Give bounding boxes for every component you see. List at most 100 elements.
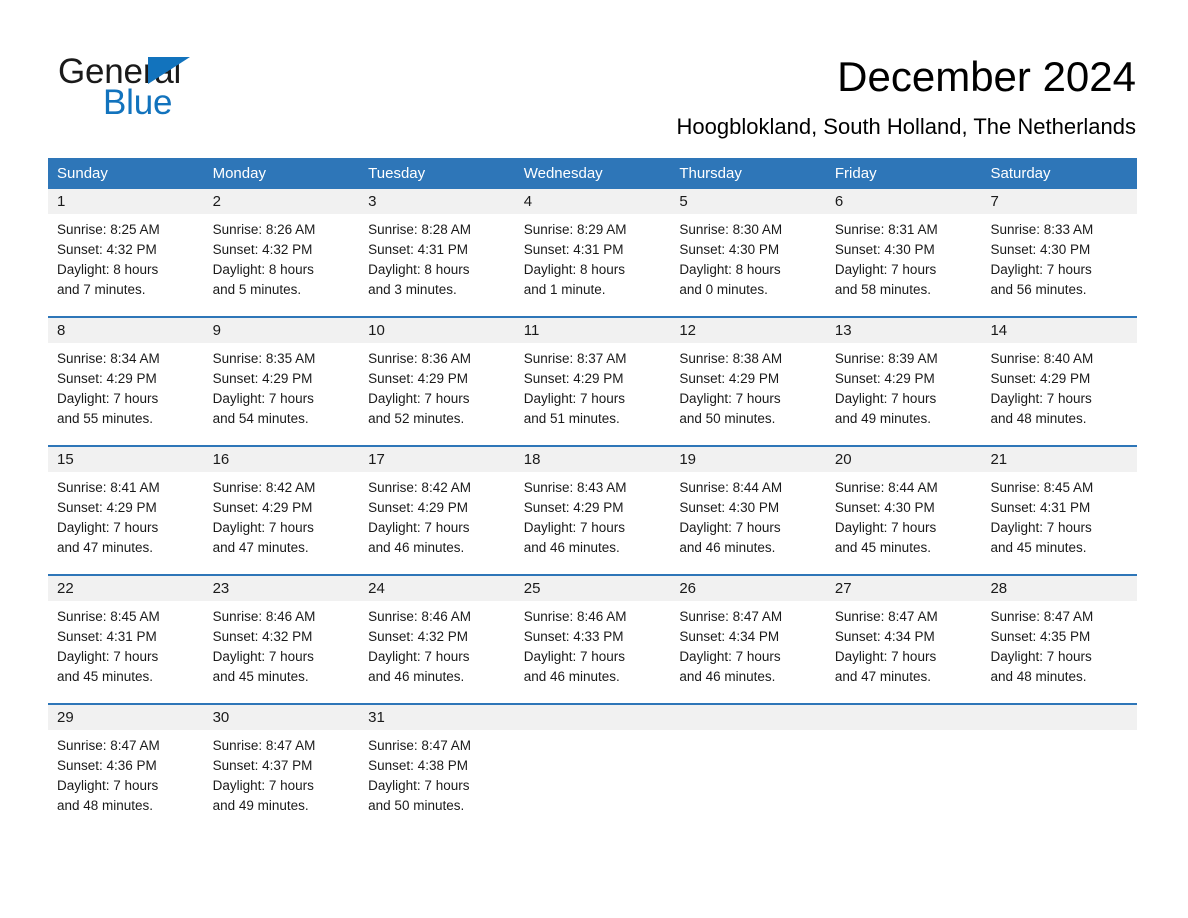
day-cell[interactable]: Sunrise: 8:47 AM Sunset: 4:37 PM Dayligh… [204, 730, 360, 832]
day-cell[interactable]: Sunrise: 8:45 AM Sunset: 4:31 PM Dayligh… [48, 601, 204, 703]
daylight-text-line2: and 56 minutes. [990, 282, 1087, 297]
day-cell[interactable]: Sunrise: 8:47 AM Sunset: 4:34 PM Dayligh… [826, 601, 982, 703]
day-cell[interactable]: Sunrise: 8:44 AM Sunset: 4:30 PM Dayligh… [670, 472, 826, 574]
daylight-text-line2: and 47 minutes. [834, 669, 931, 684]
sunset-text: Sunset: 4:29 PM [523, 500, 624, 515]
day-cell[interactable]: Sunrise: 8:38 AM Sunset: 4:29 PM Dayligh… [670, 343, 826, 445]
daylight-text-line2: and 48 minutes. [990, 669, 1087, 684]
day-number[interactable]: 2 [204, 189, 360, 214]
day-number[interactable]: 11 [515, 318, 671, 343]
day-cell[interactable]: Sunrise: 8:42 AM Sunset: 4:29 PM Dayligh… [204, 472, 360, 574]
day-number[interactable]: 25 [515, 576, 671, 601]
day-number[interactable]: 21 [981, 447, 1137, 472]
day-number[interactable]: 20 [826, 447, 982, 472]
day-cell[interactable]: Sunrise: 8:37 AM Sunset: 4:29 PM Dayligh… [515, 343, 671, 445]
day-number[interactable]: 14 [981, 318, 1137, 343]
daylight-text-line1: Daylight: 7 hours [679, 649, 781, 664]
day-number[interactable]: 18 [515, 447, 671, 472]
day-number[interactable]: 8 [48, 318, 204, 343]
logo-text-blue: Blue [103, 83, 173, 122]
day-number[interactable]: 4 [515, 189, 671, 214]
day-cell[interactable]: Sunrise: 8:47 AM Sunset: 4:35 PM Dayligh… [981, 601, 1137, 703]
day-cell[interactable]: Sunrise: 8:46 AM Sunset: 4:32 PM Dayligh… [359, 601, 515, 703]
day-number[interactable]: 1 [48, 189, 204, 214]
day-number[interactable]: 12 [670, 318, 826, 343]
day-cell[interactable]: Sunrise: 8:46 AM Sunset: 4:33 PM Dayligh… [515, 601, 671, 703]
sunset-text: Sunset: 4:31 PM [368, 242, 468, 257]
day-detail-row: Sunrise: 8:34 AM Sunset: 4:29 PM Dayligh… [48, 343, 1137, 445]
day-cell[interactable]: Sunrise: 8:25 AM Sunset: 4:32 PM Dayligh… [48, 214, 204, 316]
daylight-text-line2: and 0 minutes. [679, 282, 768, 297]
day-number[interactable]: 9 [204, 318, 360, 343]
day-cell[interactable]: Sunrise: 8:43 AM Sunset: 4:29 PM Dayligh… [515, 472, 671, 574]
day-number-empty [981, 705, 1137, 730]
daylight-text-line2: and 46 minutes. [679, 540, 776, 555]
daylight-text-line2: and 47 minutes. [57, 540, 154, 555]
sunrise-text: Sunrise: 8:45 AM [990, 480, 1094, 495]
day-cell[interactable]: Sunrise: 8:26 AM Sunset: 4:32 PM Dayligh… [204, 214, 360, 316]
day-number[interactable]: 26 [670, 576, 826, 601]
day-number[interactable]: 7 [981, 189, 1137, 214]
day-number[interactable]: 27 [826, 576, 982, 601]
day-cell[interactable]: Sunrise: 8:42 AM Sunset: 4:29 PM Dayligh… [359, 472, 515, 574]
day-cell[interactable]: Sunrise: 8:34 AM Sunset: 4:29 PM Dayligh… [48, 343, 204, 445]
sunrise-text: Sunrise: 8:39 AM [834, 351, 938, 366]
day-cell[interactable]: Sunrise: 8:47 AM Sunset: 4:38 PM Dayligh… [359, 730, 515, 832]
day-number[interactable]: 22 [48, 576, 204, 601]
day-number[interactable]: 24 [359, 576, 515, 601]
day-cell[interactable]: Sunrise: 8:41 AM Sunset: 4:29 PM Dayligh… [48, 472, 204, 574]
calendar-week-row: 29 30 31 Sunrise: 8:47 AM Sunset: 4:36 P… [48, 703, 1137, 832]
general-blue-logo[interactable]: General Blue [58, 52, 318, 128]
day-number[interactable]: 28 [981, 576, 1137, 601]
day-cell[interactable]: Sunrise: 8:35 AM Sunset: 4:29 PM Dayligh… [204, 343, 360, 445]
day-number[interactable]: 5 [670, 189, 826, 214]
daylight-text-line2: and 45 minutes. [212, 669, 309, 684]
day-number[interactable]: 23 [204, 576, 360, 601]
daylight-text-line1: Daylight: 7 hours [834, 262, 937, 277]
day-cell[interactable]: Sunrise: 8:44 AM Sunset: 4:30 PM Dayligh… [826, 472, 982, 574]
day-cell[interactable]: Sunrise: 8:28 AM Sunset: 4:31 PM Dayligh… [359, 214, 515, 316]
day-number[interactable]: 19 [670, 447, 826, 472]
day-cell[interactable]: Sunrise: 8:33 AM Sunset: 4:30 PM Dayligh… [981, 214, 1137, 316]
sunrise-text: Sunrise: 8:31 AM [834, 222, 938, 237]
day-cell[interactable]: Sunrise: 8:31 AM Sunset: 4:30 PM Dayligh… [826, 214, 982, 316]
day-cell[interactable]: Sunrise: 8:46 AM Sunset: 4:32 PM Dayligh… [204, 601, 360, 703]
day-cell[interactable]: Sunrise: 8:30 AM Sunset: 4:30 PM Dayligh… [670, 214, 826, 316]
day-cell[interactable]: Sunrise: 8:40 AM Sunset: 4:29 PM Dayligh… [981, 343, 1137, 445]
daylight-text-line2: and 5 minutes. [212, 282, 302, 297]
day-number[interactable]: 29 [48, 705, 204, 730]
daylight-text-line2: and 46 minutes. [523, 669, 620, 684]
day-cell[interactable]: Sunrise: 8:45 AM Sunset: 4:31 PM Dayligh… [981, 472, 1137, 574]
weekday-header-saturday: Saturday [990, 165, 1051, 182]
sunset-text: Sunset: 4:32 PM [57, 242, 157, 257]
day-cell[interactable]: Sunrise: 8:39 AM Sunset: 4:29 PM Dayligh… [826, 343, 982, 445]
daylight-text-line1: Daylight: 8 hours [57, 262, 159, 277]
sunrise-text: Sunrise: 8:47 AM [368, 738, 471, 753]
sunrise-text: Sunrise: 8:26 AM [212, 222, 316, 237]
day-number[interactable]: 17 [359, 447, 515, 472]
sunrise-text: Sunrise: 8:47 AM [990, 609, 1094, 624]
day-number[interactable]: 16 [204, 447, 360, 472]
day-cell[interactable]: Sunrise: 8:47 AM Sunset: 4:36 PM Dayligh… [48, 730, 204, 832]
weekday-header-wednesday: Wednesday [523, 165, 603, 182]
day-number[interactable]: 31 [359, 705, 515, 730]
day-cell[interactable]: Sunrise: 8:29 AM Sunset: 4:31 PM Dayligh… [515, 214, 671, 316]
sunrise-text: Sunrise: 8:44 AM [834, 480, 938, 495]
day-number[interactable]: 10 [359, 318, 515, 343]
sunset-text: Sunset: 4:34 PM [679, 629, 780, 644]
day-number[interactable]: 6 [826, 189, 982, 214]
day-cell[interactable]: Sunrise: 8:36 AM Sunset: 4:29 PM Dayligh… [359, 343, 515, 445]
day-detail-row: Sunrise: 8:41 AM Sunset: 4:29 PM Dayligh… [48, 472, 1137, 574]
daylight-text-line2: and 48 minutes. [57, 798, 154, 813]
daylight-text-line2: and 45 minutes. [57, 669, 154, 684]
sunset-text: Sunset: 4:30 PM [679, 242, 780, 257]
day-number[interactable]: 15 [48, 447, 204, 472]
day-number[interactable]: 13 [826, 318, 982, 343]
day-cell[interactable]: Sunrise: 8:47 AM Sunset: 4:34 PM Dayligh… [670, 601, 826, 703]
daylight-text-line1: Daylight: 7 hours [523, 649, 626, 664]
day-number[interactable]: 30 [204, 705, 360, 730]
day-cell-empty [515, 730, 671, 832]
sunrise-text: Sunrise: 8:43 AM [523, 480, 627, 495]
sunset-text: Sunset: 4:29 PM [212, 371, 313, 386]
day-number[interactable]: 3 [359, 189, 515, 214]
